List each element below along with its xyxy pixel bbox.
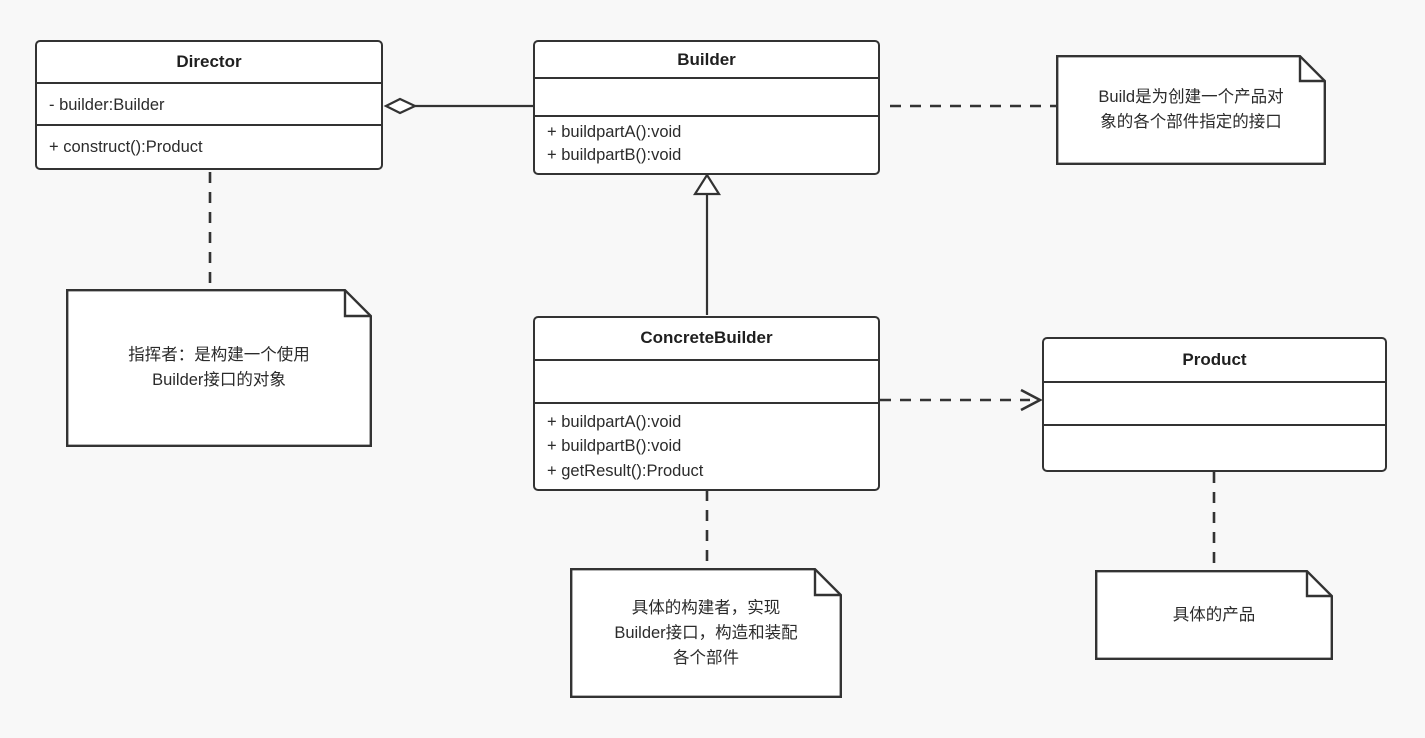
class-title-concretebuilder: ConcreteBuilder — [535, 318, 878, 361]
class-attributes-product — [1044, 383, 1385, 426]
class-operations-director: + construct():Product — [49, 138, 203, 156]
note-builder-text: Build是为创建一个产品对 象的各个部件指定的接口 — [1098, 88, 1284, 131]
note-director[interactable]: 指挥者：是构建一个使用 Builder接口的对象 — [66, 289, 372, 447]
connector-concretebuilder-product[interactable] — [880, 388, 1043, 412]
class-operations-builder: + buildpartA():void + buildpartB():void — [547, 123, 682, 164]
class-attributes-director: - builder:Builder — [37, 84, 381, 126]
class-box-concretebuilder[interactable]: ConcreteBuilder + buildpartA():void + bu… — [533, 316, 880, 491]
note-director-text: 指挥者：是构建一个使用 Builder接口的对象 — [128, 346, 310, 389]
note-concretebuilder-text: 具体的构建者，实现 Builder接口，构造和装配 各个部件 — [614, 598, 798, 667]
hollow-diamond-icon — [383, 97, 418, 115]
connector-director-builder[interactable] — [383, 97, 533, 115]
class-title-builder: Builder — [535, 42, 878, 80]
note-builder[interactable]: Build是为创建一个产品对 象的各个部件指定的接口 — [1056, 55, 1326, 165]
class-box-builder[interactable]: Builder + buildpartA():void + buildpartB… — [533, 40, 880, 175]
note-product-text: 具体的产品 — [1172, 605, 1256, 624]
hollow-triangle-icon — [693, 172, 721, 196]
class-title-director: Director — [37, 42, 381, 84]
class-attributes-builder — [535, 79, 878, 117]
class-operations-concretebuilder: + buildpartA():void + buildpartB():void … — [547, 412, 704, 480]
class-title-product: Product — [1044, 339, 1385, 383]
connector-concretebuilder-builder[interactable] — [693, 172, 721, 315]
class-box-product[interactable]: Product — [1042, 337, 1387, 472]
note-concretebuilder[interactable]: 具体的构建者，实现 Builder接口，构造和装配 各个部件 — [570, 568, 842, 698]
note-product[interactable]: 具体的产品 — [1095, 570, 1333, 660]
class-attributes-concretebuilder — [535, 361, 878, 404]
uml-class-diagram-canvas: Product --> Director - builder:Builder +… — [0, 0, 1425, 738]
class-box-director[interactable]: Director - builder:Builder + construct()… — [35, 40, 383, 170]
